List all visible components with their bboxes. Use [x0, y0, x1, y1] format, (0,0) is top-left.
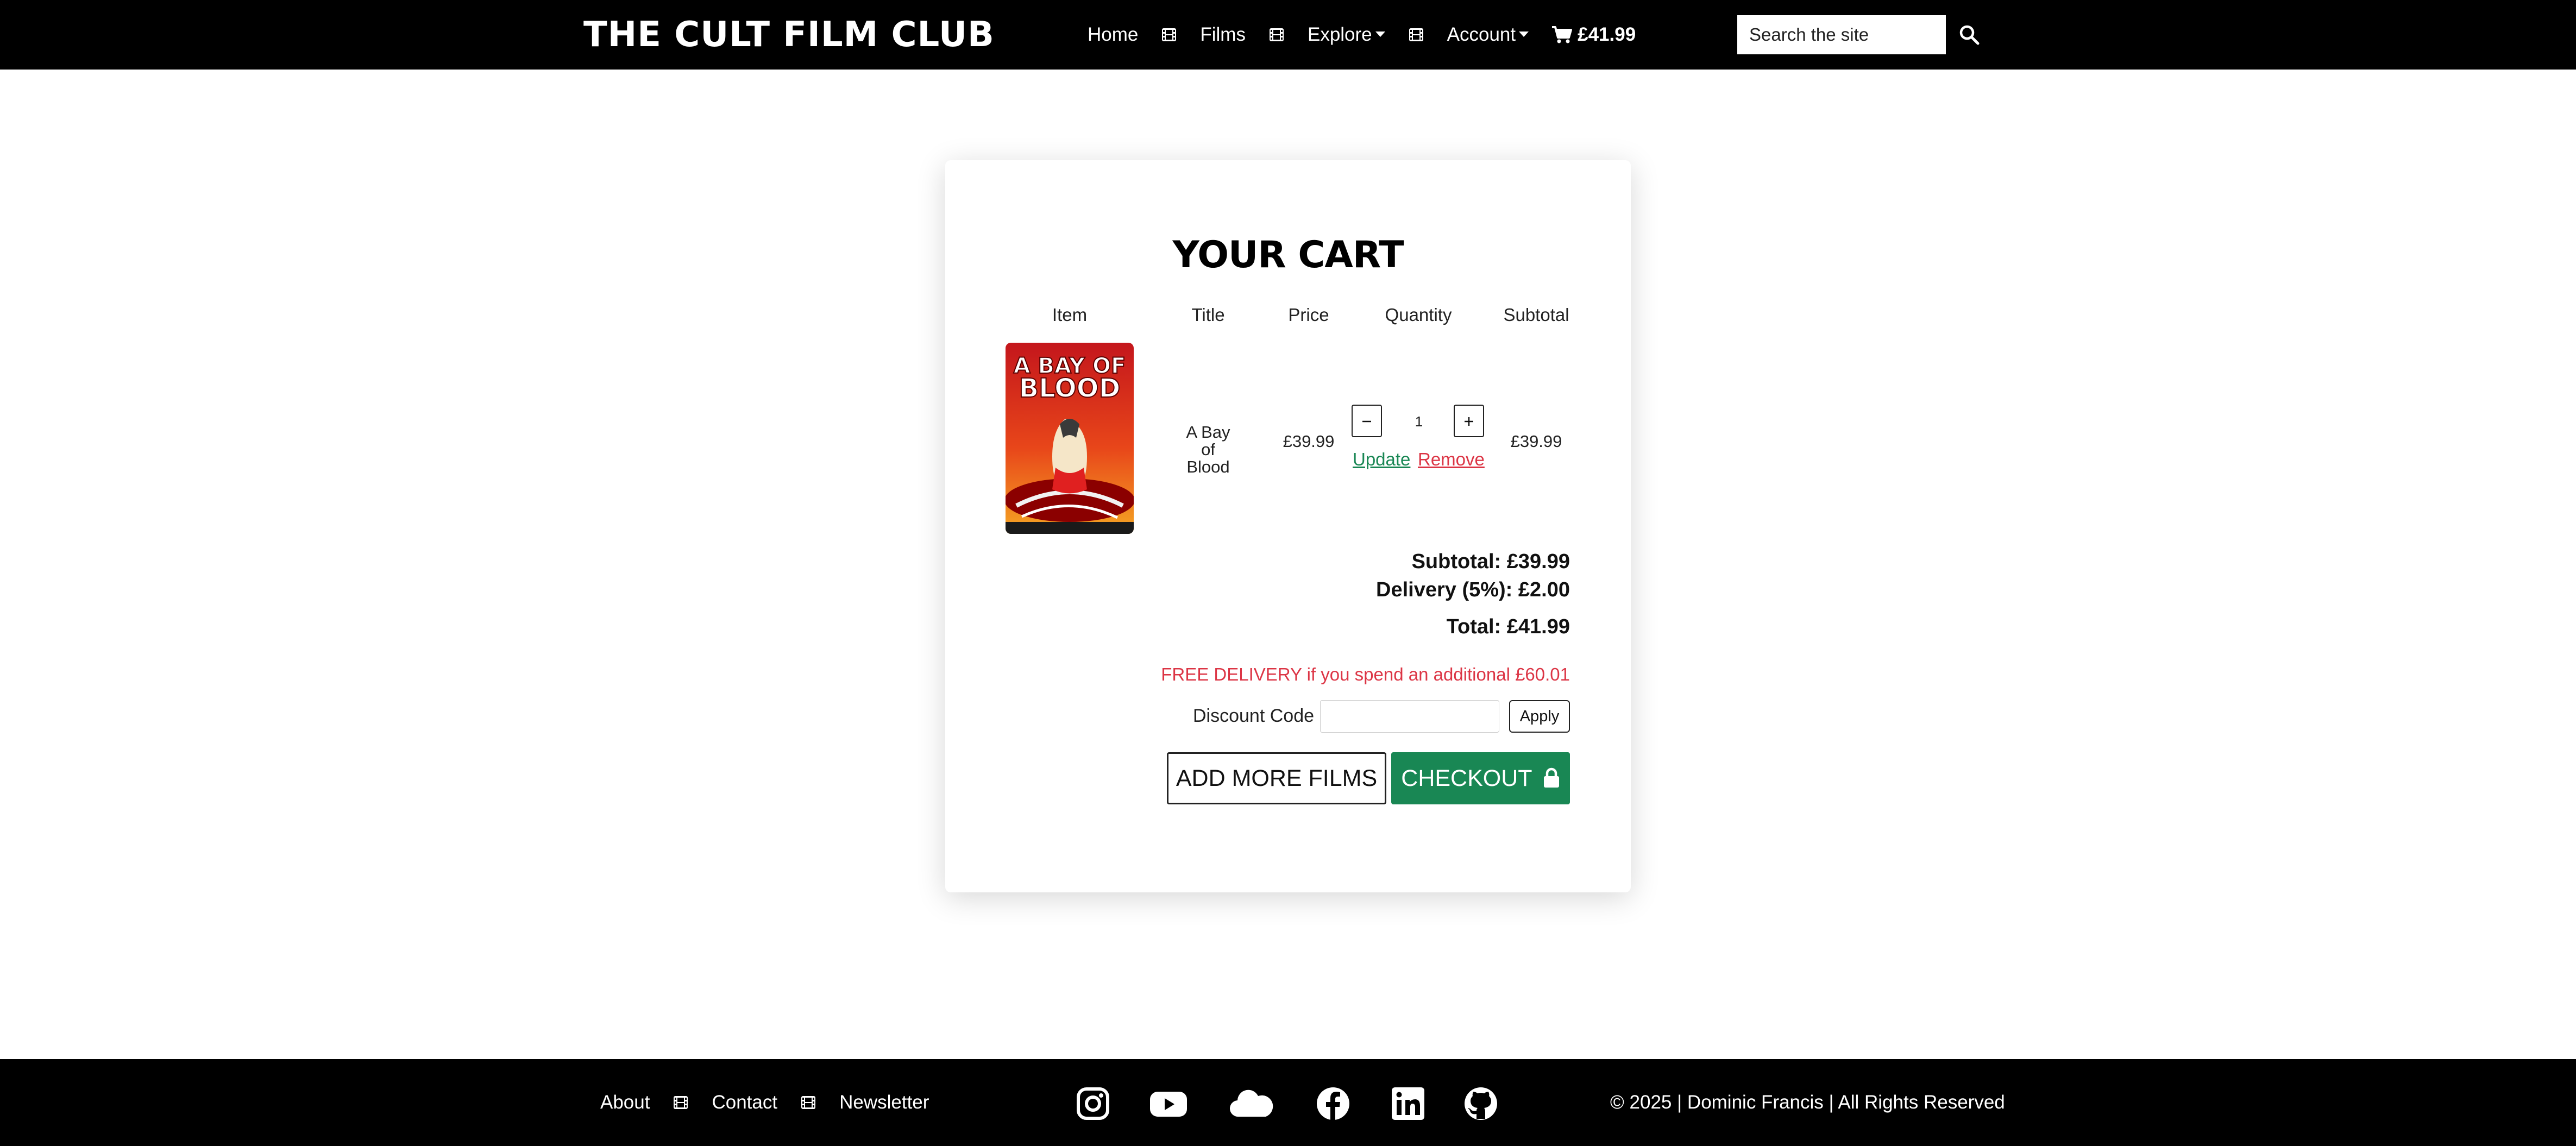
quantity-stepper — [1352, 405, 1484, 438]
nav-home-link[interactable]: Home — [1088, 24, 1138, 46]
cart-item-price: £39.99 — [1283, 432, 1335, 451]
remove-link[interactable]: Remove — [1418, 449, 1485, 470]
nav-links: Home Films Explore Account £41.99 — [1088, 0, 1636, 70]
cart-item-title: A Bay of Blood — [1186, 423, 1230, 476]
film-icon — [1269, 28, 1284, 41]
column-header-item: Item — [1052, 305, 1088, 325]
facebook-icon[interactable] — [1316, 1086, 1350, 1121]
cart-card: YOUR CART Item Title Price Quantity Subt… — [945, 160, 1631, 892]
search-input[interactable] — [1737, 15, 1946, 54]
summary-total: Total: £41.99 — [1446, 615, 1570, 638]
decrement-button[interactable] — [1352, 405, 1382, 437]
film-poster-image[interactable]: A BAY OF BLOOD — [1006, 343, 1134, 534]
column-header-title: Title — [1191, 305, 1225, 325]
page-title: YOUR CART — [1172, 234, 1404, 276]
footer: About Contact Newsletter © 2025 | Domini… — [0, 1059, 2576, 1146]
youtube-icon[interactable] — [1149, 1086, 1188, 1121]
nav-explore-label: Explore — [1307, 24, 1372, 45]
nav-account-label: Account — [1447, 24, 1516, 45]
update-link[interactable]: Update — [1353, 449, 1410, 470]
film-icon — [801, 1096, 816, 1109]
instagram-icon[interactable] — [1076, 1086, 1110, 1121]
checkout-label: CHECKOUT — [1401, 765, 1532, 791]
film-icon — [1162, 28, 1177, 41]
cart-icon — [1552, 26, 1573, 43]
github-icon[interactable] — [1463, 1086, 1498, 1121]
cloud-icon[interactable] — [1229, 1086, 1273, 1121]
plus-icon — [1465, 417, 1473, 426]
footer-contact-link[interactable]: Contact — [712, 1092, 777, 1113]
navbar: THE CULT FILM CLUB Home Films Explore Ac… — [0, 0, 2576, 70]
summary-delivery: Delivery (5%): £2.00 — [1376, 578, 1570, 601]
column-header-quantity: Quantity — [1385, 305, 1452, 325]
search-icon[interactable] — [1957, 23, 1981, 47]
summary-subtotal: Subtotal: £39.99 — [1411, 550, 1570, 573]
footer-newsletter-link[interactable]: Newsletter — [839, 1092, 929, 1113]
discount-code-label: Discount Code — [1193, 706, 1315, 726]
checkout-button[interactable]: CHECKOUT — [1391, 752, 1570, 804]
nav-cart-link[interactable]: £41.99 — [1551, 24, 1636, 46]
linkedin-icon[interactable] — [1391, 1086, 1425, 1121]
footer-about-link[interactable]: About — [600, 1092, 650, 1113]
discount-code-input[interactable] — [1320, 700, 1499, 733]
film-icon — [674, 1096, 688, 1109]
caret-down-icon — [1519, 31, 1529, 37]
add-more-films-button[interactable]: ADD MORE FILMS — [1167, 752, 1386, 804]
cart-item-subtotal: £39.99 — [1510, 432, 1562, 451]
quantity-input[interactable] — [1385, 405, 1453, 438]
site-logo[interactable]: THE CULT FILM CLUB — [583, 12, 995, 58]
poster-title-line-2: BLOOD — [1019, 373, 1121, 404]
copyright-text: © 2025 | Dominic Francis | All Rights Re… — [1610, 1092, 2005, 1113]
column-header-subtotal: Subtotal — [1503, 305, 1569, 325]
nav-explore-dropdown[interactable]: Explore — [1308, 24, 1385, 46]
column-header-price: Price — [1288, 305, 1329, 325]
apply-discount-button[interactable]: Apply — [1509, 700, 1570, 733]
footer-links: About Contact Newsletter — [600, 1059, 929, 1146]
nav-films-link[interactable]: Films — [1200, 24, 1246, 46]
minus-icon — [1362, 420, 1371, 423]
free-delivery-message: FREE DELIVERY if you spend an additional… — [1161, 664, 1570, 684]
lock-icon — [1543, 767, 1559, 788]
increment-button[interactable] — [1454, 405, 1484, 437]
nav-account-dropdown[interactable]: Account — [1447, 24, 1529, 46]
caret-down-icon — [1375, 31, 1385, 37]
film-icon — [1409, 28, 1423, 41]
nav-cart-total: £41.99 — [1578, 24, 1636, 45]
